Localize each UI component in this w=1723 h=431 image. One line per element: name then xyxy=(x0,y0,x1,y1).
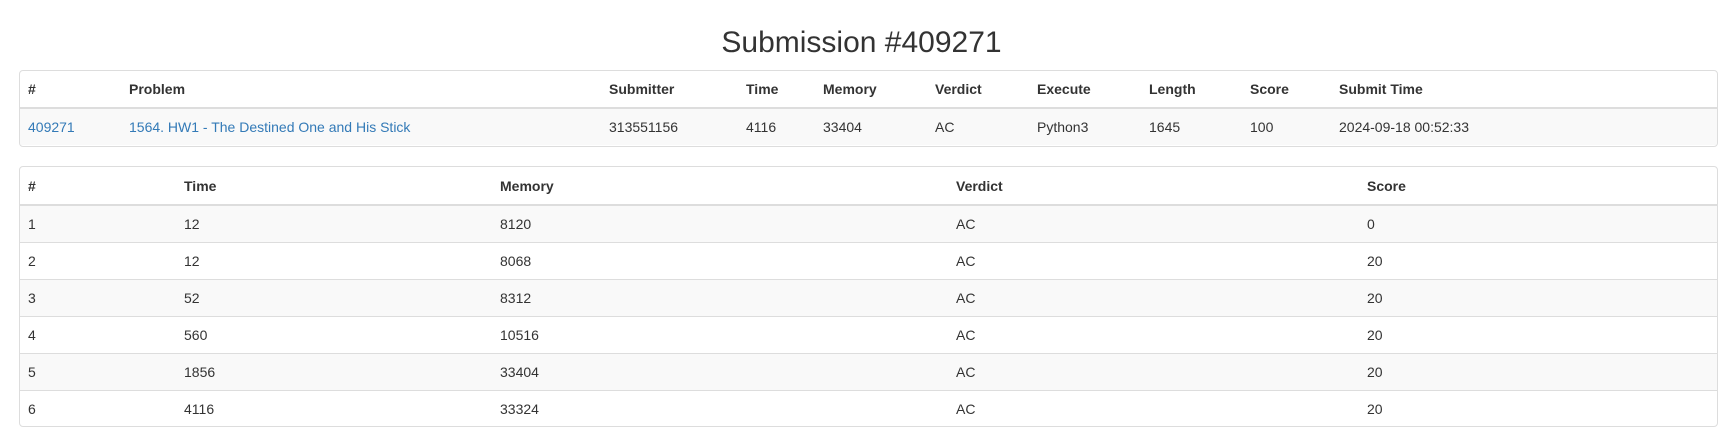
case-score: 20 xyxy=(1359,242,1717,280)
header-id: # xyxy=(20,71,121,109)
case-verdict: AC xyxy=(948,242,1359,280)
table-row: 3 52 8312 AC 20 xyxy=(20,279,1717,317)
problem-link[interactable]: 1564. HW1 - The Destined One and His Sti… xyxy=(129,119,410,135)
cases-header-verdict: Verdict xyxy=(948,167,1359,206)
case-verdict: AC xyxy=(948,279,1359,317)
case-time: 12 xyxy=(176,205,492,243)
table-row: 5 1856 33404 AC 20 xyxy=(20,353,1717,391)
cases-header-time: Time xyxy=(176,167,492,206)
testcase-results-table: # Time Memory Verdict Score 1 12 8120 AC… xyxy=(19,166,1718,427)
header-length: Length xyxy=(1141,71,1242,109)
case-verdict: AC xyxy=(948,205,1359,243)
submission-summary-table: # Problem Submitter Time Memory Verdict … xyxy=(19,70,1718,147)
header-time: Time xyxy=(738,71,815,109)
case-score: 20 xyxy=(1359,353,1717,391)
case-num: 3 xyxy=(20,279,176,317)
header-submitter: Submitter xyxy=(601,71,738,109)
cases-header-num: # xyxy=(20,167,176,206)
case-time: 4116 xyxy=(176,390,492,426)
summary-length: 1645 xyxy=(1141,108,1242,145)
case-score: 20 xyxy=(1359,279,1717,317)
summary-time: 4116 xyxy=(738,108,815,145)
case-score: 20 xyxy=(1359,316,1717,354)
case-score: 0 xyxy=(1359,205,1717,243)
case-memory: 33404 xyxy=(492,353,948,391)
case-time: 52 xyxy=(176,279,492,317)
summary-verdict: AC xyxy=(927,108,1029,145)
summary-problem-cell: 1564. HW1 - The Destined One and His Sti… xyxy=(121,108,601,145)
summary-submit-time: 2024-09-18 00:52:33 xyxy=(1331,108,1717,145)
case-time: 1856 xyxy=(176,353,492,391)
case-verdict: AC xyxy=(948,390,1359,426)
cases-header-memory: Memory xyxy=(492,167,948,206)
case-time: 560 xyxy=(176,316,492,354)
case-verdict: AC xyxy=(948,316,1359,354)
case-memory: 10516 xyxy=(492,316,948,354)
case-num: 2 xyxy=(20,242,176,280)
case-memory: 8068 xyxy=(492,242,948,280)
header-memory: Memory xyxy=(815,71,927,109)
case-time: 12 xyxy=(176,242,492,280)
case-memory: 8312 xyxy=(492,279,948,317)
summary-memory: 33404 xyxy=(815,108,927,145)
table-row: 6 4116 33324 AC 20 xyxy=(20,390,1717,426)
summary-score: 100 xyxy=(1242,108,1331,145)
submission-id-link[interactable]: 409271 xyxy=(28,119,75,135)
case-num: 6 xyxy=(20,390,176,426)
case-num: 5 xyxy=(20,353,176,391)
case-num: 4 xyxy=(20,316,176,354)
header-submit-time: Submit Time xyxy=(1331,71,1717,109)
case-verdict: AC xyxy=(948,353,1359,391)
cases-header-score: Score xyxy=(1359,167,1717,206)
table-row: 1 12 8120 AC 0 xyxy=(20,205,1717,243)
header-verdict: Verdict xyxy=(927,71,1029,109)
summary-header-row: # Problem Submitter Time Memory Verdict … xyxy=(20,71,1717,109)
case-num: 1 xyxy=(20,205,176,243)
table-row: 4 560 10516 AC 20 xyxy=(20,316,1717,354)
summary-id-cell: 409271 xyxy=(20,108,121,145)
table-row: 2 12 8068 AC 20 xyxy=(20,242,1717,280)
summary-row: 409271 1564. HW1 - The Destined One and … xyxy=(20,108,1717,145)
header-problem: Problem xyxy=(121,71,601,109)
header-score: Score xyxy=(1242,71,1331,109)
header-execute: Execute xyxy=(1029,71,1141,109)
case-memory: 8120 xyxy=(492,205,948,243)
case-memory: 33324 xyxy=(492,390,948,426)
summary-submitter: 313551156 xyxy=(601,108,738,145)
summary-execute: Python3 xyxy=(1029,108,1141,145)
case-score: 20 xyxy=(1359,390,1717,426)
page-title: Submission #409271 xyxy=(721,26,1002,59)
cases-header-row: # Time Memory Verdict Score xyxy=(20,167,1717,206)
